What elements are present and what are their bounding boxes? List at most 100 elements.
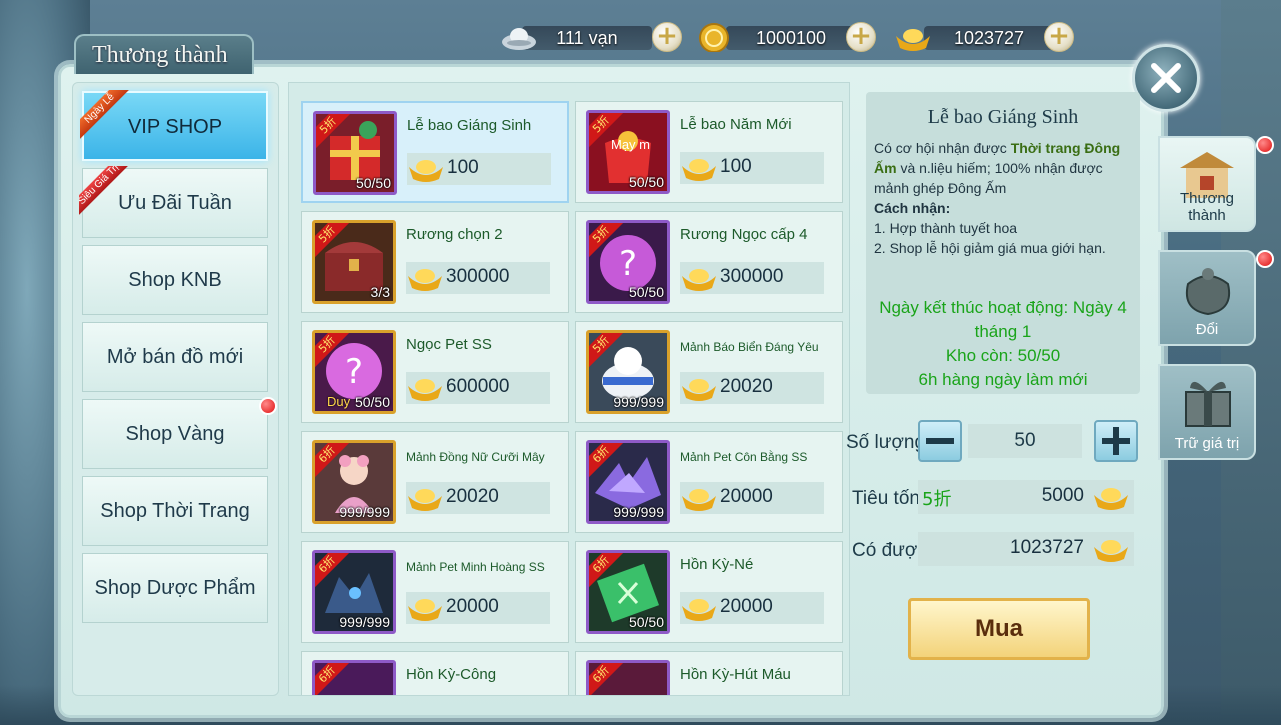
tab-exchange[interactable]: Đổi	[1158, 250, 1256, 346]
gold-ingot-icon	[1094, 488, 1128, 510]
menu-vip-shop[interactable]: VIP SHOP Ngày Lễ	[80, 90, 268, 161]
plus-icon	[1102, 427, 1130, 455]
notification-dot	[1256, 136, 1274, 154]
increase-button[interactable]	[1094, 420, 1138, 462]
detail-description: Có cơ hội nhận được Thời trang Đông Ấm v…	[874, 138, 1136, 258]
balance-row: Có được 1023727	[846, 530, 1146, 574]
item-card-soul-lifesteal[interactable]: 6折 Hồn Kỳ-Hút Máu	[575, 651, 843, 695]
cost-label: Tiêu tốn	[852, 488, 920, 509]
stock-count: 50/50	[354, 394, 390, 410]
menu-label: Shop Vàng	[125, 423, 225, 445]
item-icon-frame: 6折	[312, 660, 396, 695]
item-price: 300000	[720, 266, 784, 287]
price-box: 20000	[680, 482, 824, 514]
gold-ingot-icon	[682, 489, 716, 511]
icon-overlay-text: Mạy m	[611, 137, 650, 152]
menu-new-items[interactable]: Mở bán đồ mới	[82, 322, 268, 392]
menu-label: Shop KNB	[128, 269, 222, 291]
item-card-soul-attack[interactable]: 6折 Hồn Kỳ-Công	[301, 651, 569, 695]
item-card-gem-chest[interactable]: ? 5折 50/50 Rương Ngọc cấp 4 300000	[575, 211, 843, 313]
gold-ingot-icon	[408, 269, 442, 291]
how-to-step: 2. Shop lễ hội giảm giá mua giới hạn.	[874, 240, 1106, 256]
price-box: 20000	[406, 592, 550, 624]
item-card-minh-hoang-shard[interactable]: 6折 999/999 Mảnh Pet Minh Hoàng SS 20000	[301, 541, 569, 643]
menu-shop-knb[interactable]: Shop KNB	[82, 245, 268, 315]
item-card-cloud-girl-shard[interactable]: 6折 999/999 Mảnh Đồng Nữ Cưỡi Mây 20020	[301, 431, 569, 533]
tab-recharge-value[interactable]: Trữ giá trị	[1158, 364, 1256, 460]
add-silver-button[interactable]: +	[652, 22, 682, 52]
value-ribbon: Siêu Giá Trị	[79, 166, 131, 218]
item-card-soul-dodge[interactable]: 6折 50/50 Hồn Kỳ-Né 20000	[575, 541, 843, 643]
notification-dot	[1256, 250, 1274, 268]
gold-amount: 1023727	[924, 26, 1054, 50]
add-coin-button[interactable]: +	[846, 22, 876, 52]
quantity-label: Số lượng	[846, 432, 926, 453]
item-price: 20000	[720, 596, 773, 617]
price-box: 100	[680, 152, 824, 184]
menu-label: Shop Thời Trang	[100, 500, 250, 522]
buy-button[interactable]: Mua	[908, 598, 1090, 660]
stock-count: 999/999	[339, 504, 390, 520]
item-name: Lễ bao Năm Mới	[680, 116, 792, 133]
item-card-kunpeng-shard[interactable]: 6折 999/999 Mảnh Pet Côn Bằng SS 20000	[575, 431, 843, 533]
item-icon-frame: 5折 3/3	[312, 220, 396, 304]
add-gold-button[interactable]: +	[1044, 22, 1074, 52]
item-detail-panel: Lễ bao Giáng Sinh Có cơ hội nhận được Th…	[866, 92, 1140, 394]
gold-ingot-icon	[896, 29, 930, 51]
menu-weekly-deals[interactable]: Ưu Đãi Tuần Siêu Giá Trị	[79, 166, 268, 238]
how-to-step: 1. Hợp thành tuyết hoa	[874, 220, 1018, 236]
background-scene-right	[1221, 0, 1281, 725]
stock-count: 999/999	[613, 394, 664, 410]
cost-value: 5000	[1041, 485, 1084, 506]
event-info: Ngày kết thúc hoạt động: Ngày 4 tháng 1 …	[866, 296, 1140, 392]
gold-ingot-icon	[682, 599, 716, 621]
close-button[interactable]	[1132, 44, 1200, 112]
tab-shop[interactable]: Thương thành	[1158, 136, 1256, 232]
svg-text:?: ?	[345, 352, 363, 392]
desc-text: và n.liệu hiếm; 100% nhận được mảnh ghép…	[874, 160, 1103, 196]
stock-count: 50/50	[628, 284, 664, 300]
item-card-seal-shard[interactable]: 5折 999/999 Mảnh Báo Biển Đáng Yêu 20020	[575, 321, 843, 423]
refresh-info: 6h hàng ngày làm mới	[918, 370, 1088, 389]
item-icon-frame: 6折 50/50	[586, 550, 670, 634]
holiday-ribbon: Ngày Lễ	[80, 90, 132, 142]
item-card-christmas-pack[interactable]: 5折 50/50 Lễ bao Giáng Sinh 100	[301, 101, 569, 203]
close-icon	[1151, 63, 1181, 93]
svg-text:?: ?	[619, 244, 637, 284]
item-name: Rương chọn 2	[406, 226, 503, 243]
item-name: Ngọc Pet SS	[406, 336, 492, 353]
item-card-choice-chest[interactable]: 5折 3/3 Rương chọn 2 300000	[301, 211, 569, 313]
price-box: 20020	[406, 482, 550, 514]
gold-coin-icon	[699, 23, 729, 52]
quantity-row: Số lượng 50	[846, 420, 1146, 464]
item-name: Hồn Kỳ-Né	[680, 556, 754, 573]
stock-count: 3/3	[370, 284, 390, 300]
coin-amount: 1000100	[726, 26, 856, 50]
item-icon-frame: ? 5折 Duy 50/50	[312, 330, 396, 414]
quantity-input[interactable]: 50	[968, 424, 1082, 458]
item-card-new-year-pack[interactable]: 5折 Mạy m 50/50 Lễ bao Năm Mới 100	[575, 101, 843, 203]
menu-shop-potions[interactable]: Shop Dược Phẩm	[82, 553, 268, 623]
gold-ingot-icon	[409, 160, 443, 182]
decrease-button[interactable]	[918, 420, 962, 462]
item-price: 100	[447, 157, 479, 178]
menu-label: Shop Dược Phẩm	[94, 577, 256, 599]
currency-bar: 111 vạn + 1000100 + 1023727 +	[500, 20, 1080, 54]
price-box: 600000	[406, 372, 550, 404]
price-box: 20020	[680, 372, 824, 404]
price-box: 20000	[680, 592, 824, 624]
menu-shop-gold[interactable]: Shop Vàng	[82, 399, 268, 469]
tab-label: Trữ giá trị	[1174, 435, 1240, 452]
stock-count: 50/50	[628, 174, 664, 190]
gold-ingot-icon	[408, 599, 442, 621]
menu-shop-fashion[interactable]: Shop Thời Trang	[82, 476, 268, 546]
stock-count: 999/999	[339, 614, 390, 630]
window-title-tab: Thương thành	[74, 34, 254, 74]
item-name: Mảnh Báo Biển Đáng Yêu	[680, 340, 819, 354]
item-icon-frame: 5折 50/50	[313, 111, 397, 195]
silver-amount: 111 vạn	[522, 26, 652, 50]
cost-row: Tiêu tốn 5折 5000	[846, 478, 1146, 522]
item-card-pet-gem[interactable]: ? 5折 Duy 50/50 Ngọc Pet SS 600000	[301, 321, 569, 423]
gold-ingot-icon	[1094, 540, 1128, 562]
item-price: 20020	[720, 376, 773, 397]
